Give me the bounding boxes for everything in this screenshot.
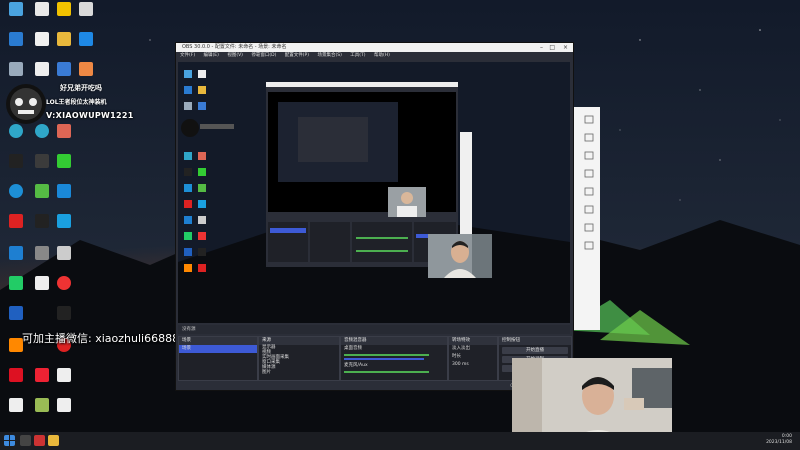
desktop-icon-k[interactable] xyxy=(50,184,78,214)
taskbar-clock[interactable]: 0:00 2023/11/08 xyxy=(766,434,792,446)
obs-preview[interactable] xyxy=(178,62,570,323)
controls-dock-title: 控制按钮 xyxy=(499,337,571,345)
taskbar-app-icon[interactable] xyxy=(34,435,45,446)
close-icon[interactable]: × xyxy=(563,43,568,52)
desktop-icon-green[interactable] xyxy=(2,276,30,306)
menu-docks[interactable]: 停靠窗口(D) xyxy=(251,53,276,58)
desktop-icon-doc6[interactable] xyxy=(50,398,78,428)
clock-date: 2023/11/08 xyxy=(766,440,792,445)
desktop-icon-doc4[interactable] xyxy=(50,368,78,398)
duration-input[interactable]: 300 ms xyxy=(449,361,497,369)
transition-select[interactable]: 淡入淡出 xyxy=(449,345,497,353)
desktop-icon-app[interactable] xyxy=(72,2,100,32)
mixer-channel-mic: 麦克风/Aux xyxy=(344,363,368,368)
source-item[interactable]: 图片 xyxy=(259,370,339,375)
context-bar: 没有源 xyxy=(178,325,570,334)
minimize-icon[interactable]: – xyxy=(540,43,543,52)
webcam-preview-small xyxy=(428,234,492,278)
obs-menubar: 文件(F) 编辑(E) 视图(V) 停靠窗口(D) 配置文件(P) 场景集合(S… xyxy=(176,52,573,60)
streamer-logo xyxy=(6,84,46,124)
sources-dock-title: 来源 xyxy=(259,337,339,345)
menu-scene-collection[interactable]: 场景集合(S) xyxy=(317,53,341,58)
desktop-icon-app4[interactable] xyxy=(50,154,78,184)
desktop-icon-cloud[interactable] xyxy=(72,32,100,62)
desktop-icon-pc[interactable] xyxy=(2,2,30,32)
desktop-icon-network[interactable] xyxy=(2,32,30,62)
volume-meter-desktop xyxy=(344,354,429,356)
preview-canvas xyxy=(178,62,570,323)
menu-profile[interactable]: 配置文件(P) xyxy=(285,53,309,58)
mixer-channel-desktop: 桌面音频 xyxy=(344,346,362,351)
desktop-icon-edge3[interactable] xyxy=(2,184,30,214)
scene-item[interactable]: 场景 xyxy=(179,345,257,353)
overlay-id: V:XIAOWUPW1221 xyxy=(46,111,134,120)
transitions-dock-title: 转场特效 xyxy=(449,337,497,345)
context-bar-text: 没有源 xyxy=(182,327,196,332)
desktop-icon-red[interactable] xyxy=(2,214,30,244)
sources-dock: 来源 显示器 视频 实时画面采集 窗口采集 媒体源 图片 xyxy=(258,336,340,381)
taskbar-folder-icon[interactable] xyxy=(48,435,59,446)
start-icon[interactable] xyxy=(4,435,15,446)
audio-mixer-dock: 音频混音器 桌面音频 麦克风/Aux xyxy=(340,336,448,381)
maximize-icon[interactable]: □ xyxy=(549,43,555,52)
desktop-icon-g[interactable] xyxy=(2,154,30,184)
desktop-icon-blue[interactable] xyxy=(2,246,30,276)
menu-view[interactable]: 视图(V) xyxy=(227,53,243,58)
taskbar: 0:00 2023/11/08 xyxy=(0,432,800,450)
volume-slider-desktop[interactable] xyxy=(344,358,424,360)
desktop-icon-edge[interactable] xyxy=(2,124,30,154)
menu-help[interactable]: 帮助(H) xyxy=(374,53,390,58)
watermark-text: 可加主播微信: xiaozhuli66888 xyxy=(22,332,180,345)
background-window-icons xyxy=(580,112,598,322)
volume-meter-mic xyxy=(344,371,429,373)
mixer-dock-title: 音频混音器 xyxy=(341,337,447,345)
obs-window[interactable]: OBS 30.0.0 - 配置文件: 未命名 - 场景: 未命名 – □ × 文… xyxy=(175,42,574,391)
menu-tools[interactable]: 工具(T) xyxy=(350,53,365,58)
desktop-icon-star[interactable] xyxy=(50,124,78,154)
duration-label: 时长 xyxy=(452,354,461,359)
overlay-title: 好兄弟开吃吗 xyxy=(60,84,102,92)
obs-window-title: OBS 30.0.0 - 配置文件: 未命名 - 场景: 未命名 xyxy=(182,44,287,50)
desktop-icon-white[interactable] xyxy=(50,246,78,276)
desktop-icon-mag[interactable] xyxy=(2,368,30,398)
start-streaming-button[interactable]: 开始直播 xyxy=(502,347,568,354)
desktop-icon-doc5[interactable] xyxy=(2,398,30,428)
desktop-icon-red2[interactable] xyxy=(50,276,78,306)
transitions-dock: 转场特效 淡入淡出 时长 300 ms xyxy=(448,336,498,381)
desktop-icon-q[interactable] xyxy=(50,214,78,244)
obs-titlebar[interactable]: OBS 30.0.0 - 配置文件: 未命名 - 场景: 未命名 – □ × xyxy=(176,43,573,52)
taskbar-app-obs-icon[interactable] xyxy=(20,435,31,446)
menu-file[interactable]: 文件(F) xyxy=(180,53,195,58)
menu-edit[interactable]: 编辑(E) xyxy=(204,53,219,58)
scenes-dock: 场景 场景 xyxy=(178,336,258,381)
overlay-subtitle: LOL王者段位太神装机 xyxy=(46,99,107,106)
scenes-dock-title: 场景 xyxy=(179,337,257,345)
